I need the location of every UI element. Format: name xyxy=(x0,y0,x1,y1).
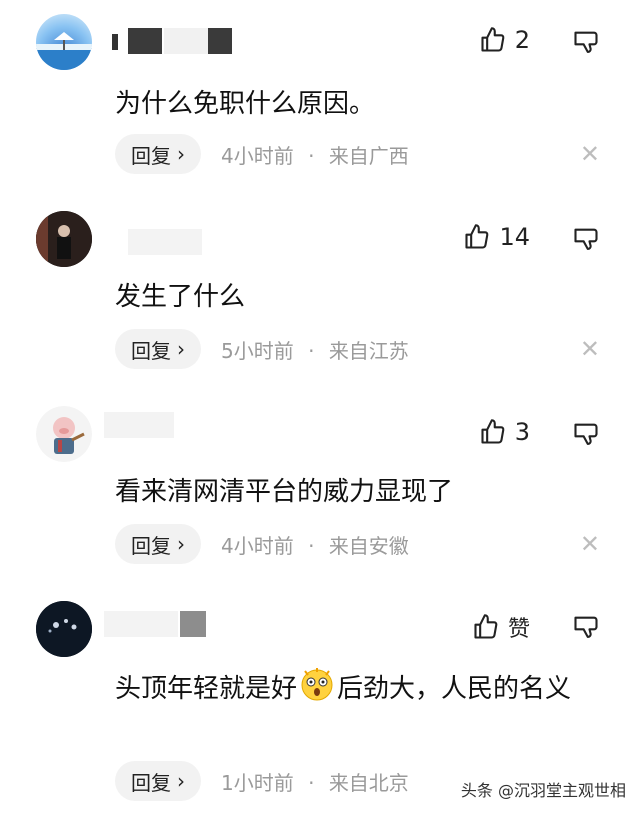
thumbs-down-icon xyxy=(572,28,600,56)
comment-location: 来自广西 xyxy=(328,143,409,168)
comment-time: 4小时前 xyxy=(221,533,294,558)
comment-text-part-1: 头顶年轻就是好 xyxy=(115,674,298,704)
reply-button[interactable]: 回复 › xyxy=(115,761,201,801)
comment-location: 来自北京 xyxy=(328,770,409,795)
comment-meta: 5小时前 · 来自江苏 xyxy=(221,338,409,363)
reply-row: 回复 › 5小时前 · 来自江苏 xyxy=(115,329,409,369)
comment-location: 来自江苏 xyxy=(328,338,409,363)
username-redacted[interactable] xyxy=(104,412,174,438)
dislike-button[interactable] xyxy=(572,420,600,448)
reply-label: 回复 xyxy=(131,338,171,363)
reply-label: 回复 xyxy=(131,770,171,795)
thumbs-down-icon xyxy=(572,420,600,448)
shocked-face-emoji xyxy=(299,667,335,703)
like-count: 14 xyxy=(499,223,530,251)
comment-meta: 4小时前 · 来自广西 xyxy=(221,143,409,168)
chevron-right-icon: › xyxy=(177,142,185,166)
username-redacted[interactable] xyxy=(128,229,202,255)
reply-button[interactable]: 回复 › xyxy=(115,134,201,174)
avatar[interactable] xyxy=(36,211,92,267)
thumbs-up-icon xyxy=(479,26,507,54)
person-avatar-image xyxy=(36,211,92,267)
thumbs-down-icon xyxy=(572,225,600,253)
cartoon-pig-avatar-image xyxy=(36,406,92,462)
reply-button[interactable]: 回复 › xyxy=(115,524,201,564)
reply-label: 回复 xyxy=(131,143,171,168)
comment-text: 为什么免职什么原因。 xyxy=(115,89,376,119)
like-count: 3 xyxy=(514,418,530,446)
like-count: 2 xyxy=(514,26,530,54)
close-icon[interactable]: ✕ xyxy=(580,335,600,363)
comment-text: 看来清网清平台的威力显现了 xyxy=(115,477,454,507)
thumbs-up-icon xyxy=(472,613,500,641)
dislike-button[interactable] xyxy=(572,28,600,56)
close-icon[interactable]: ✕ xyxy=(580,530,600,558)
thumbs-up-icon xyxy=(463,223,491,251)
like-button[interactable]: 赞 xyxy=(472,611,530,643)
comment-text: 头顶年轻就是好 后劲大，人民的名义 xyxy=(115,667,595,709)
beach-avatar-image xyxy=(36,32,92,70)
like-button[interactable]: 14 xyxy=(463,223,530,251)
thumbs-down-icon xyxy=(572,613,600,641)
comment-time: 4小时前 xyxy=(221,143,294,168)
reply-row: 回复 › 1小时前 · 来自北京 xyxy=(115,761,409,801)
username-redacted[interactable] xyxy=(112,28,232,54)
watermark: 头条 @沉羽堂主观世相 xyxy=(460,781,626,800)
username-redacted[interactable] xyxy=(104,611,206,637)
reply-row: 回复 › 4小时前 · 来自广西 xyxy=(115,134,409,174)
avatar[interactable] xyxy=(36,406,92,462)
reply-row: 回复 › 4小时前 · 来自安徽 xyxy=(115,524,409,564)
comment-text: 发生了什么 xyxy=(115,282,246,312)
like-button[interactable]: 2 xyxy=(479,26,530,54)
thumbs-up-icon xyxy=(479,418,507,446)
like-button[interactable]: 3 xyxy=(479,418,530,446)
comment-text-part-2: 后劲大，人民的名义 xyxy=(337,674,572,704)
avatar[interactable] xyxy=(36,14,92,70)
dislike-button[interactable] xyxy=(572,613,600,641)
comment-time: 1小时前 xyxy=(221,770,294,795)
chevron-right-icon: › xyxy=(177,532,185,556)
comment-location: 来自安徽 xyxy=(328,533,409,558)
comment-meta: 4小时前 · 来自安徽 xyxy=(221,533,409,558)
night-scene-avatar-image xyxy=(36,601,92,657)
chevron-right-icon: › xyxy=(177,769,185,793)
comment-meta: 1小时前 · 来自北京 xyxy=(221,770,409,795)
chevron-right-icon: › xyxy=(177,337,185,361)
like-label: 赞 xyxy=(507,617,530,642)
comment-time: 5小时前 xyxy=(221,338,294,363)
dislike-button[interactable] xyxy=(572,225,600,253)
reply-label: 回复 xyxy=(131,533,171,558)
close-icon[interactable]: ✕ xyxy=(580,140,600,168)
reply-button[interactable]: 回复 › xyxy=(115,329,201,369)
avatar[interactable] xyxy=(36,601,92,657)
